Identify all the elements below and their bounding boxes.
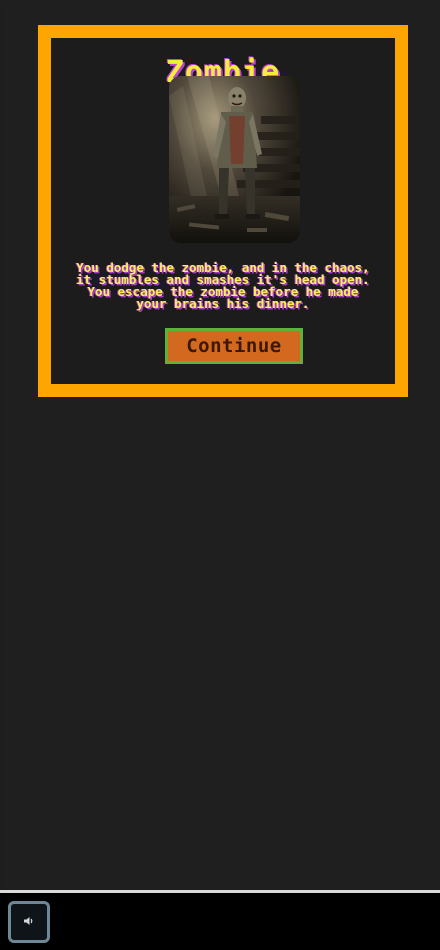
game-area: Zombie You dodge the zombie, and in the …: [2, 2, 439, 890]
bottom-bar: [0, 893, 440, 950]
zombie-illustration: [169, 76, 300, 243]
app-frame: Zombie You dodge the zombie, and in the …: [0, 0, 440, 950]
sound-toggle-button[interactable]: [8, 901, 50, 943]
scene-card: Zombie You dodge the zombie, and in the …: [38, 25, 408, 397]
speaker-icon: [23, 913, 35, 931]
continue-button[interactable]: Continue: [165, 328, 303, 364]
zombie-portrait: [169, 76, 300, 243]
scene-story-text: You dodge the zombie, and in the chaos, …: [76, 260, 370, 311]
